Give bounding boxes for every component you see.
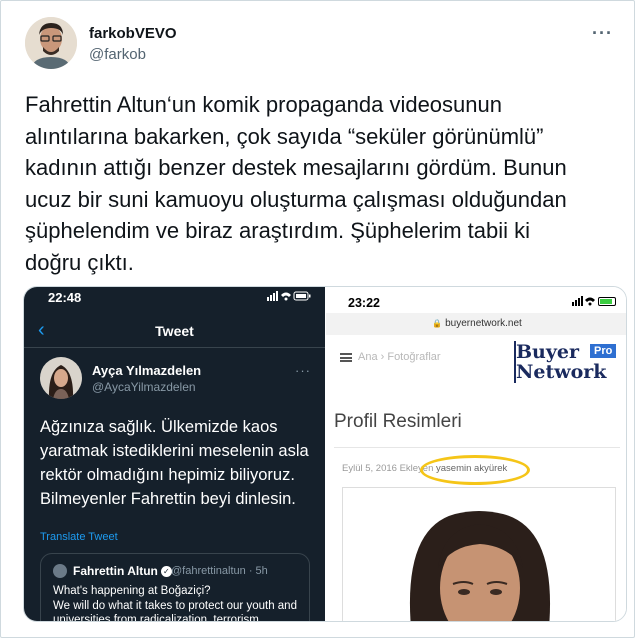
inner-tweet-text: Ağzınıza sağlık. Ülkemizde kaos yaratmak…: [40, 418, 309, 508]
inner-author-handle[interactable]: @AycaYilmazdelen: [92, 380, 196, 394]
author-avatar[interactable]: [25, 17, 77, 69]
url-text: 🔒 buyernetwork.net: [326, 318, 626, 329]
browser-url-bar[interactable]: 🔒 buyernetwork.net: [326, 313, 626, 335]
inner-author-name[interactable]: Ayça Yılmazdelen: [92, 363, 201, 378]
author-handle[interactable]: @farkob: [89, 46, 146, 63]
more-options-button[interactable]: ···: [592, 23, 613, 44]
author-display-name[interactable]: farkobVEVO: [89, 25, 177, 42]
profile-photo[interactable]: [342, 487, 616, 621]
avatar-photo-icon: [25, 17, 77, 69]
url-value: buyernetwork.net: [445, 318, 522, 329]
hamburger-menu-icon[interactable]: [340, 353, 352, 362]
inner-avatar-photo-icon: [40, 357, 82, 399]
inner-more-icon[interactable]: ···: [295, 363, 311, 378]
page-heading: Profil Resimleri: [334, 411, 462, 432]
nav-title: Tweet: [155, 323, 194, 339]
buyer-network-logo[interactable]: Buyer Pro Network: [514, 339, 622, 385]
breadcrumb[interactable]: Ana › Fotoğraflar: [358, 351, 441, 363]
tweet-header: farkobVEVO @farkob ···: [23, 15, 623, 71]
status-icons: [572, 296, 616, 307]
site-nav: Ana › Fotoğraflar Buyer Pro Network: [326, 339, 626, 383]
translate-tweet-link[interactable]: Translate Tweet: [40, 531, 118, 543]
quoted-author-name: Fahrettin Altun ✓: [73, 564, 172, 578]
quoted-author-avatar: [53, 564, 67, 578]
inner-author-avatar[interactable]: [40, 357, 82, 399]
lock-icon: 🔒: [432, 319, 443, 328]
status-time: 22:48: [48, 290, 82, 305]
quoted-author-handle: @fahrettinaltun · 5h: [171, 565, 268, 577]
quoted-author-name-text: Fahrettin Altun: [73, 564, 158, 578]
quoted-tweet-text: What's happening at Boğaziçi? We will do…: [53, 585, 297, 622]
nav-divider: [24, 347, 325, 348]
heading-divider: [334, 447, 620, 448]
signal-wifi-icon: [572, 296, 595, 307]
battery-icon: [598, 296, 616, 306]
tweet-media[interactable]: 22:48 ‹ Tweet Ayça Yılmazdelen @AycaYilm…: [23, 286, 627, 622]
logo-network-text: Network: [516, 361, 607, 383]
tweet-text: Fahrettin Altun‘un komik propaganda vide…: [25, 92, 567, 275]
highlight-ellipse: [420, 455, 530, 485]
right-screenshot: 23:22 🔒 buyernetwork.net Ana › Fotoğrafla…: [326, 287, 626, 621]
woman-portrait-photo-icon: [343, 488, 615, 621]
status-icons: [267, 291, 311, 304]
logo-buyer-text: Buyer: [516, 341, 580, 363]
signal-wifi-battery-icon: [267, 291, 311, 301]
quoted-tweet[interactable]: Fahrettin Altun ✓ @fahrettinaltun · 5h Wh…: [40, 553, 310, 622]
left-screenshot: 22:48 ‹ Tweet Ayça Yılmazdelen @AycaYilm…: [24, 287, 325, 622]
tweet-card: farkobVEVO @farkob ··· Fahrettin Altun‘u…: [0, 0, 635, 638]
status-time: 23:22: [348, 296, 380, 310]
logo-pro-badge: Pro: [590, 344, 617, 358]
